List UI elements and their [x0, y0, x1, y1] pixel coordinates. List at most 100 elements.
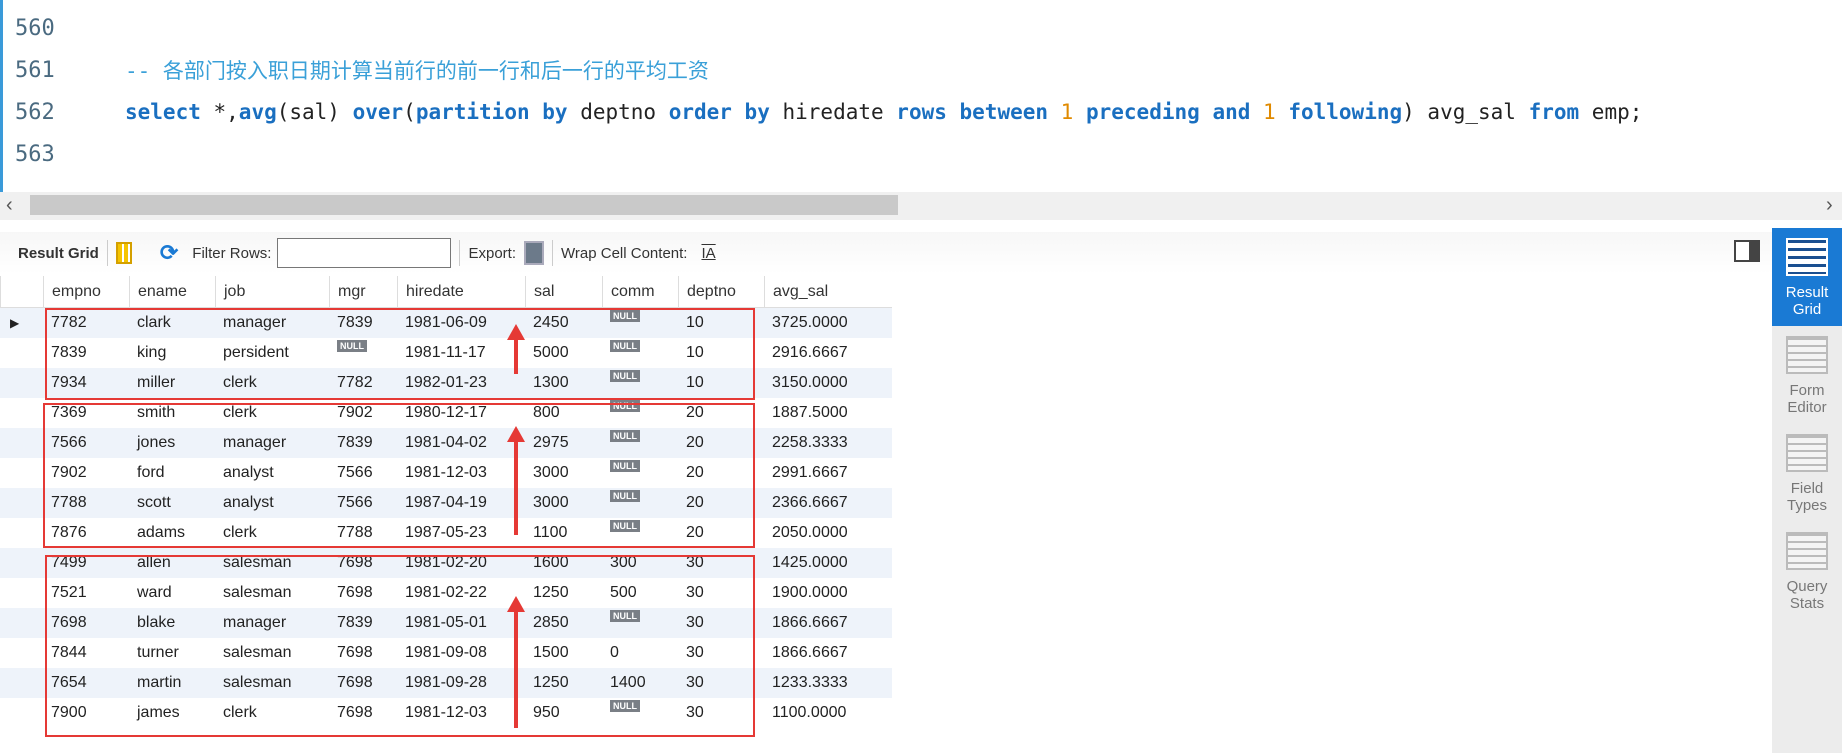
cell-hiredate[interactable]: 1981-12-03: [397, 698, 525, 728]
cell-hiredate[interactable]: 1981-09-28: [397, 668, 525, 698]
code-line[interactable]: 563: [3, 134, 125, 174]
column-header-sal[interactable]: sal: [525, 276, 602, 307]
cell-ename[interactable]: ford: [129, 458, 215, 488]
row-selector[interactable]: [0, 638, 43, 668]
cell-deptno[interactable]: 10: [678, 308, 764, 338]
cell-hiredate[interactable]: 1981-09-08: [397, 638, 525, 668]
cell-mgr[interactable]: 7839: [329, 428, 397, 458]
cell-empno[interactable]: 7782: [43, 308, 129, 338]
cell-job[interactable]: manager: [215, 608, 329, 638]
cell-deptno[interactable]: 20: [678, 458, 764, 488]
cell-sal[interactable]: 2450: [525, 308, 602, 338]
table-row[interactable]: 7788 scott analyst 7566 1987-04-19 3000 NULL 20…: [0, 488, 892, 518]
cell-sal[interactable]: 1600: [525, 548, 602, 578]
cell-empno[interactable]: 7369: [43, 398, 129, 428]
cell-hiredate[interactable]: 1987-04-19: [397, 488, 525, 518]
column-header-empno[interactable]: empno: [43, 276, 129, 307]
table-row[interactable]: ▶ 7782 clark manager 7839 1981-06-09 2450 NULL 1…: [0, 308, 892, 338]
cell-empno[interactable]: 7876: [43, 518, 129, 548]
cell-comm[interactable]: NULL: [602, 518, 678, 548]
row-selector[interactable]: [0, 428, 43, 458]
sql-editor[interactable]: 560 561 -- 各部门按入职日期计算当前行的前一行和后一行的平均工资 562 se…: [0, 0, 1842, 192]
table-row[interactable]: 7900 james clerk 7698 1981-12-03 950 NULL 30 110…: [0, 698, 892, 728]
cell-deptno[interactable]: 20: [678, 398, 764, 428]
cell-comm[interactable]: NULL: [602, 458, 678, 488]
cell-empno[interactable]: 7934: [43, 368, 129, 398]
column-header-ename[interactable]: ename: [129, 276, 215, 307]
table-row[interactable]: 7902 ford analyst 7566 1981-12-03 3000 NULL 20 2…: [0, 458, 892, 488]
table-row[interactable]: 7839 king persident NULL 1981-11-17 5000 NULL 1…: [0, 338, 892, 368]
cell-job[interactable]: clerk: [215, 398, 329, 428]
cell-hiredate[interactable]: 1981-02-20: [397, 548, 525, 578]
cell-ename[interactable]: king: [129, 338, 215, 368]
cell-deptno[interactable]: 30: [678, 638, 764, 668]
cell-deptno[interactable]: 20: [678, 488, 764, 518]
cell-sal[interactable]: 1100: [525, 518, 602, 548]
row-selector[interactable]: [0, 698, 43, 728]
column-header-avg_sal[interactable]: avg_sal: [764, 276, 891, 307]
cell-sal[interactable]: 5000: [525, 338, 602, 368]
cell-empno[interactable]: 7788: [43, 488, 129, 518]
row-selector[interactable]: [0, 668, 43, 698]
cell-empno[interactable]: 7521: [43, 578, 129, 608]
cell-mgr[interactable]: 7902: [329, 398, 397, 428]
code-line[interactable]: 560: [3, 8, 125, 48]
cell-empno[interactable]: 7900: [43, 698, 129, 728]
cell-job[interactable]: salesman: [215, 668, 329, 698]
cell-mgr[interactable]: 7698: [329, 638, 397, 668]
cell-deptno[interactable]: 30: [678, 578, 764, 608]
cell-sal[interactable]: 3000: [525, 458, 602, 488]
cell-job[interactable]: manager: [215, 428, 329, 458]
cell-comm[interactable]: NULL: [602, 398, 678, 428]
row-selector[interactable]: [0, 488, 43, 518]
row-selector[interactable]: [0, 338, 43, 368]
table-row[interactable]: 7499 allen salesman 7698 1981-02-20 1600 300 30…: [0, 548, 892, 578]
cell-sal[interactable]: 1250: [525, 668, 602, 698]
cell-comm[interactable]: 500: [602, 578, 678, 608]
cell-avg_sal[interactable]: 1425.0000: [764, 548, 891, 578]
column-header-job[interactable]: job: [215, 276, 329, 307]
cell-sal[interactable]: 2975: [525, 428, 602, 458]
cell-deptno[interactable]: 20: [678, 518, 764, 548]
cell-mgr[interactable]: 7698: [329, 698, 397, 728]
row-selector[interactable]: [0, 608, 43, 638]
cell-sal[interactable]: 3000: [525, 488, 602, 518]
cell-avg_sal[interactable]: 1866.6667: [764, 608, 891, 638]
cell-mgr[interactable]: 7788: [329, 518, 397, 548]
row-selector[interactable]: [0, 518, 43, 548]
cell-avg_sal[interactable]: 1887.5000: [764, 398, 891, 428]
cell-job[interactable]: analyst: [215, 488, 329, 518]
column-header-comm[interactable]: comm: [602, 276, 678, 307]
row-selector[interactable]: [0, 368, 43, 398]
row-selector[interactable]: [0, 458, 43, 488]
cell-deptno[interactable]: 30: [678, 608, 764, 638]
cell-job[interactable]: clerk: [215, 368, 329, 398]
cell-sal[interactable]: 1500: [525, 638, 602, 668]
cell-mgr[interactable]: 7839: [329, 608, 397, 638]
table-row[interactable]: 7369 smith clerk 7902 1980-12-17 800 NULL 20 188…: [0, 398, 892, 428]
cell-hiredate[interactable]: 1982-01-23: [397, 368, 525, 398]
cell-mgr[interactable]: 7698: [329, 668, 397, 698]
cell-ename[interactable]: james: [129, 698, 215, 728]
cell-comm[interactable]: NULL: [602, 338, 678, 368]
cell-avg_sal[interactable]: 1233.3333: [764, 668, 891, 698]
cell-comm[interactable]: 300: [602, 548, 678, 578]
side-tab-field-types[interactable]: Field Types: [1772, 424, 1842, 522]
cell-job[interactable]: clerk: [215, 698, 329, 728]
table-row[interactable]: 7654 martin salesman 7698 1981-09-28 1250 1400…: [0, 668, 892, 698]
scroll-left-icon[interactable]: ‹: [6, 194, 13, 217]
cell-ename[interactable]: ward: [129, 578, 215, 608]
side-tab-result-grid[interactable]: Result Grid: [1772, 228, 1842, 326]
cell-avg_sal[interactable]: 2916.6667: [764, 338, 891, 368]
cell-deptno[interactable]: 10: [678, 338, 764, 368]
cell-comm[interactable]: NULL: [602, 428, 678, 458]
cell-comm[interactable]: NULL: [602, 608, 678, 638]
side-tab-query-stats[interactable]: Query Stats: [1772, 522, 1842, 620]
row-selector[interactable]: [0, 548, 43, 578]
cell-mgr[interactable]: 7566: [329, 488, 397, 518]
cell-comm[interactable]: 0: [602, 638, 678, 668]
cell-deptno[interactable]: 30: [678, 698, 764, 728]
row-selector[interactable]: [0, 398, 43, 428]
cell-job[interactable]: manager: [215, 308, 329, 338]
cell-mgr[interactable]: 7782: [329, 368, 397, 398]
